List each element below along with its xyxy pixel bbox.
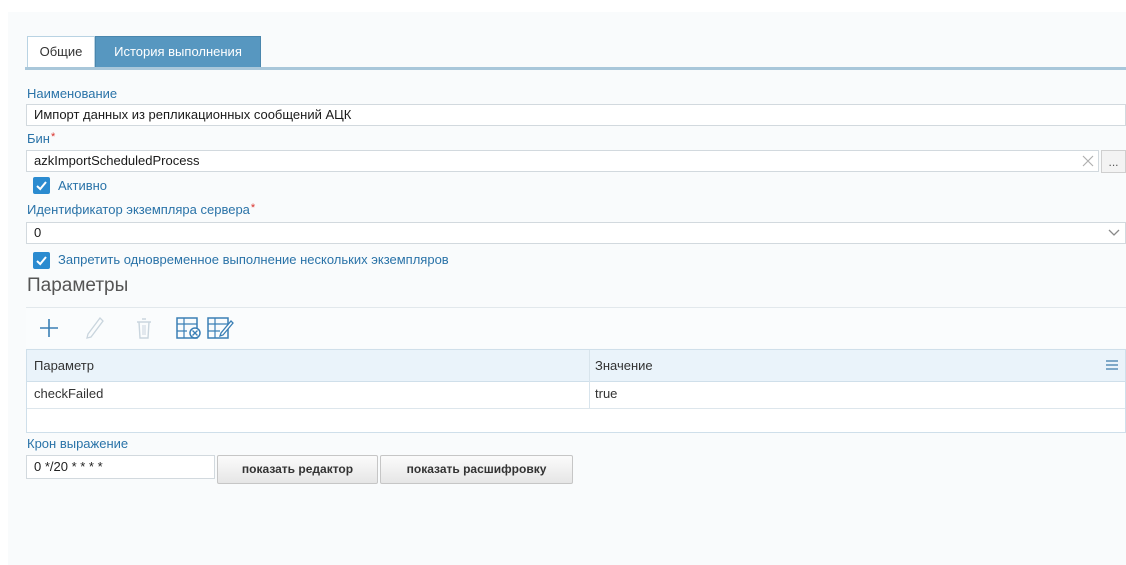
check-icon <box>36 256 47 266</box>
server-id-select[interactable]: 0 <box>26 222 1126 244</box>
concurrent-checkbox[interactable] <box>33 252 50 269</box>
concurrent-label: Запретить одновременное выполнение неско… <box>58 252 449 267</box>
param-name-cell: checkFailed <box>34 386 104 401</box>
trash-icon[interactable] <box>130 314 158 342</box>
show-editor-button[interactable]: показать редактор <box>217 455 378 484</box>
tab-execution-history[interactable]: История выполнения <box>95 36 261 68</box>
check-icon <box>36 181 47 191</box>
column-header-param[interactable]: Параметр <box>34 357 94 375</box>
required-mark: * <box>50 131 56 143</box>
table-edit-icon[interactable] <box>206 314 234 342</box>
required-mark: * <box>250 202 256 214</box>
table-header: Параметр Значение <box>27 350 1125 382</box>
name-field[interactable]: Импорт данных из репликационных сообщени… <box>26 104 1126 126</box>
chevron-down-icon[interactable] <box>1106 226 1122 240</box>
cron-label: Крон выражение <box>27 436 129 451</box>
bean-field[interactable]: azkImportScheduledProcess <box>26 150 1099 172</box>
cron-input[interactable]: 0 */20 * * * * <box>26 455 215 479</box>
param-value-cell: true <box>595 386 618 401</box>
pencil-icon[interactable] <box>81 314 109 342</box>
column-menu-icon[interactable] <box>1105 359 1119 371</box>
params-table: Параметр Значение checkFailed true <box>26 349 1126 433</box>
params-title: Параметры <box>27 275 129 296</box>
tab-underline <box>25 67 1126 70</box>
server-id-label-wrap: Идентификатор экземпляра сервера* <box>27 202 255 217</box>
name-label: Наименование <box>27 86 118 101</box>
table-remove-icon[interactable] <box>175 314 203 342</box>
show-decoding-button[interactable]: показать расшифровку <box>380 455 573 484</box>
bean-lookup-button[interactable]: ... <box>1101 150 1126 173</box>
table-row[interactable]: checkFailed true <box>27 381 1125 409</box>
active-checkbox[interactable] <box>33 177 50 194</box>
bean-label-wrap: Бин* <box>27 131 55 146</box>
tab-general[interactable]: Общие <box>27 36 95 68</box>
plus-icon[interactable] <box>35 314 63 342</box>
params-toolbar <box>26 307 1126 348</box>
column-header-value[interactable]: Значение <box>595 357 653 375</box>
close-icon[interactable] <box>1078 151 1098 171</box>
active-label: Активно <box>58 178 108 193</box>
server-id-label: Идентификатор экземпляра сервера <box>27 202 250 217</box>
bean-label: Бин <box>27 131 50 146</box>
